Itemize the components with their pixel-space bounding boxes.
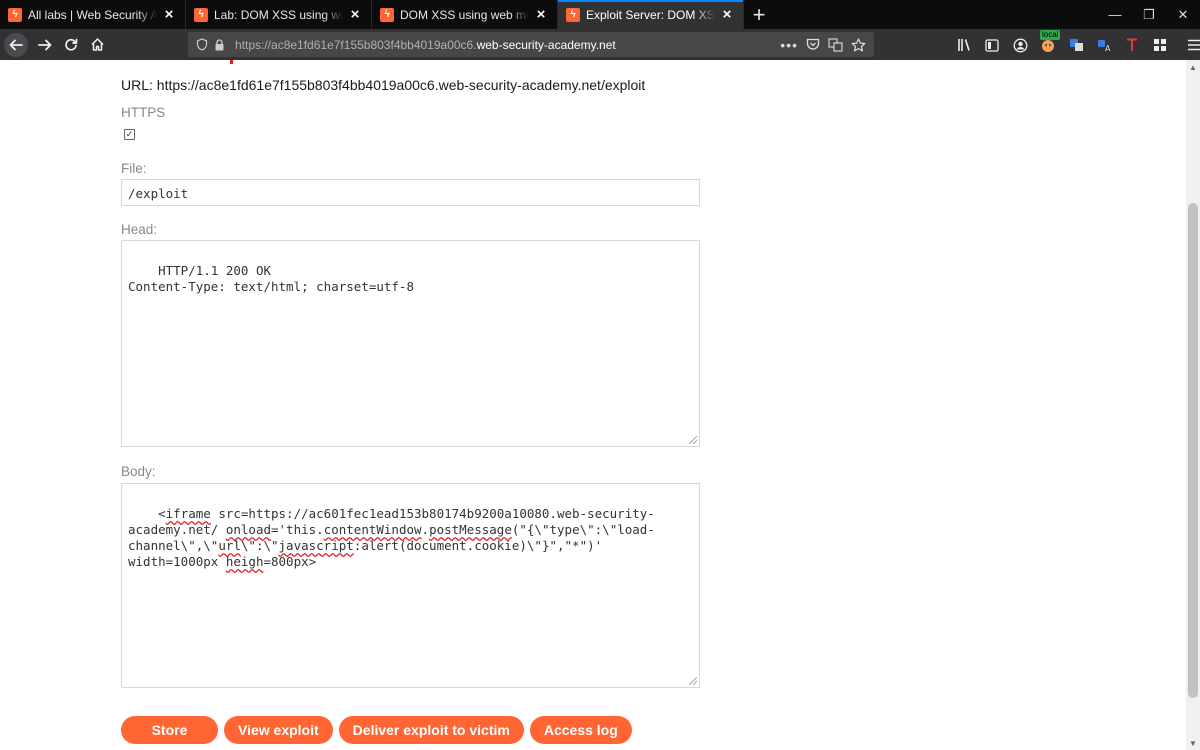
https-label: HTTPS [121, 105, 166, 120]
store-button[interactable]: Store [121, 716, 218, 744]
deliver-exploit-button[interactable]: Deliver exploit to victim [338, 716, 524, 744]
exploit-url: URL: https://ac8e1fd61e7f155b803f4bb4019… [121, 77, 646, 93]
file-label: File: [121, 161, 147, 176]
page-scrollbar[interactable]: ▲ ▼ [1186, 60, 1200, 750]
minimize-icon[interactable]: — [1098, 0, 1132, 29]
translate-page-icon[interactable] [828, 37, 843, 52]
lock-icon[interactable] [214, 38, 225, 51]
web-security-academy-favicon: ϟ [8, 7, 22, 22]
tab-label: Exploit Server: DOM XSS using web [586, 7, 715, 22]
address-bar-actions: ••• [780, 37, 874, 53]
reload-icon [65, 38, 78, 51]
body-text: <iframe src=https://ac601fec1ead153b8017… [128, 506, 655, 569]
tab-label: DOM XSS using web messages and [400, 7, 529, 22]
tab-strip: ϟ All labs | Web Security Academy × ϟ La… [0, 0, 1200, 29]
view-exploit-button[interactable]: View exploit [224, 716, 333, 744]
extension-button[interactable]: local [1036, 30, 1061, 58]
library-icon [957, 39, 970, 51]
window-controls: — ❐ ✕ [1098, 0, 1200, 29]
head-textarea[interactable]: HTTP/1.1 200 OK Content-Type: text/html;… [121, 240, 700, 447]
arrow-right-icon [38, 39, 52, 50]
action-buttons: Store View exploit Deliver exploit to vi… [121, 716, 632, 744]
tab-exploit-server[interactable]: ϟ Exploit Server: DOM XSS using web × [558, 0, 744, 29]
account-icon [1013, 38, 1027, 52]
svg-text:A: A [1105, 44, 1111, 52]
translate-icon [1069, 39, 1083, 51]
web-security-academy-favicon: ϟ [566, 7, 580, 22]
close-tab-icon[interactable]: × [347, 6, 363, 23]
reload-button[interactable] [58, 32, 84, 58]
file-input[interactable]: /exploit [121, 179, 700, 206]
check-icon: ✓ [125, 129, 134, 139]
home-icon [90, 38, 104, 51]
access-log-button[interactable]: Access log [529, 716, 632, 744]
toolbar-right: local A [952, 30, 1200, 58]
menu-icon [1188, 39, 1200, 51]
body-label: Body: [121, 464, 156, 479]
grid-icon [1154, 39, 1166, 51]
scroll-up-arrow-icon[interactable]: ▲ [1186, 60, 1200, 74]
web-security-academy-favicon: ϟ [380, 7, 394, 22]
url-scheme: https:// [235, 37, 272, 52]
account-button[interactable] [1008, 32, 1032, 58]
arrow-left-icon [9, 39, 23, 50]
back-button[interactable] [4, 32, 28, 57]
close-tab-icon[interactable]: × [161, 6, 177, 23]
tab-dom-xss-web-messages[interactable]: ϟ DOM XSS using web messages and × [372, 0, 558, 29]
clipped-heading-fragment [230, 60, 233, 64]
head-text: HTTP/1.1 200 OK Content-Type: text/html;… [128, 263, 414, 294]
web-security-academy-favicon: ϟ [194, 7, 208, 22]
sidebar-icon [985, 38, 999, 52]
shield-icon[interactable] [196, 38, 208, 51]
translate-alt-icon: A [1097, 40, 1111, 52]
tab-label: Lab: DOM XSS using web messages [214, 7, 343, 22]
forward-button[interactable] [32, 32, 58, 58]
https-checkbox[interactable]: ✓ [124, 129, 135, 140]
url-subdomain: ac8e1fd61e7f155b803f4bb4019a00c6. [271, 37, 477, 52]
restore-icon[interactable]: ❐ [1132, 0, 1166, 29]
close-icon[interactable]: ✕ [1166, 0, 1200, 29]
close-tab-icon[interactable]: × [719, 6, 735, 23]
translate-alt-button[interactable]: A [1092, 32, 1116, 58]
text-icon [1127, 38, 1137, 51]
new-tab-button[interactable]: + [744, 0, 774, 29]
body-textarea[interactable]: <iframe src=https://ac601fec1ead153b8017… [121, 483, 700, 688]
home-button[interactable] [84, 32, 110, 58]
translate-button[interactable] [1064, 32, 1088, 58]
page-content: URL: https://ac8e1fd61e7f155b803f4bb4019… [0, 60, 1186, 750]
text-tool-button[interactable] [1120, 32, 1144, 58]
address-bar[interactable]: https://ac8e1fd61e7f155b803f4bb4019a00c6… [188, 32, 874, 57]
pocket-icon[interactable] [806, 38, 820, 51]
head-label: Head: [121, 222, 158, 237]
page-actions-icon[interactable]: ••• [780, 37, 798, 53]
navigation-toolbar: https://ac8e1fd61e7f155b803f4bb4019a00c6… [0, 29, 1200, 60]
grid-button[interactable] [1148, 32, 1172, 58]
tab-label: All labs | Web Security Academy [28, 7, 157, 22]
scroll-down-arrow-icon[interactable]: ▼ [1186, 736, 1200, 750]
tab-all-labs[interactable]: ϟ All labs | Web Security Academy × [0, 0, 186, 29]
close-tab-icon[interactable]: × [533, 6, 549, 23]
tab-lab-dom-xss[interactable]: ϟ Lab: DOM XSS using web messages × [186, 0, 372, 29]
sidebar-button[interactable] [980, 32, 1004, 58]
url-text[interactable]: https://ac8e1fd61e7f155b803f4bb4019a00c6… [235, 38, 616, 52]
library-button[interactable] [952, 32, 976, 58]
resize-handle[interactable] [689, 436, 697, 444]
resize-handle[interactable] [689, 677, 697, 685]
extension-badge: local [1040, 30, 1061, 40]
menu-button[interactable] [1182, 32, 1200, 58]
bookmark-star-icon[interactable] [851, 37, 866, 52]
scrollbar-thumb[interactable] [1188, 203, 1198, 698]
url-host: web-security-academy.net [476, 37, 616, 52]
